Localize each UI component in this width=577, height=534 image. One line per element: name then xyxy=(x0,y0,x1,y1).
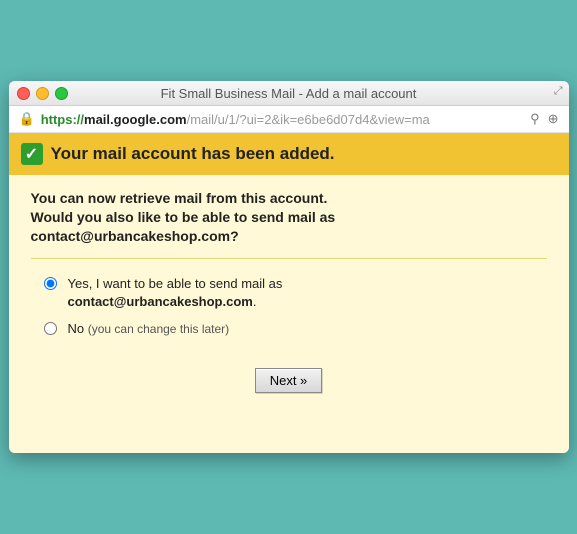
url-host: mail.google.com xyxy=(84,112,187,127)
option-yes-radio[interactable] xyxy=(44,277,57,290)
page-content: ✓ Your mail account has been added. You … xyxy=(9,133,569,452)
window-corner-icons: ⤢ xyxy=(554,85,563,98)
address-bar[interactable]: 🔒 https://mail.google.com/mail/u/1/?ui=2… xyxy=(9,106,569,133)
zoom-icon[interactable]: ⊕ xyxy=(548,111,559,127)
next-button[interactable]: Next » xyxy=(255,368,323,393)
minimize-window-button[interactable] xyxy=(36,87,49,100)
address-right-icons: ⚲ ⊕ xyxy=(530,111,558,127)
option-no-text: No xyxy=(68,321,85,336)
success-banner: ✓ Your mail account has been added. xyxy=(9,133,569,175)
option-no[interactable]: No (you can change this later) xyxy=(39,320,547,338)
zoom-window-button[interactable] xyxy=(55,87,68,100)
expand-icon[interactable]: ⤢ xyxy=(554,85,563,98)
option-yes[interactable]: Yes, I want to be able to send mail as c… xyxy=(39,275,547,310)
checkmark-icon: ✓ xyxy=(21,143,43,165)
window-title: Fit Small Business Mail - Add a mail acc… xyxy=(9,86,569,101)
option-no-hint: (you can change this later) xyxy=(88,322,229,336)
banner-headline: Your mail account has been added. xyxy=(51,144,335,164)
url-text: https://mail.google.com/mail/u/1/?ui=2&i… xyxy=(41,112,430,127)
intro-email: contact@urbancakeshop.com? xyxy=(31,228,239,244)
option-no-label: No (you can change this later) xyxy=(68,320,230,338)
option-yes-suffix: . xyxy=(253,294,257,309)
send-as-options: Yes, I want to be able to send mail as c… xyxy=(39,275,547,338)
intro-line1: You can now retrieve mail from this acco… xyxy=(31,190,328,206)
intro-text: You can now retrieve mail from this acco… xyxy=(31,189,547,246)
option-yes-prefix: Yes, I want to be able to send mail as xyxy=(68,276,283,291)
option-yes-label: Yes, I want to be able to send mail as c… xyxy=(68,275,283,310)
option-no-radio[interactable] xyxy=(44,322,57,335)
separator xyxy=(31,258,547,259)
close-window-button[interactable] xyxy=(17,87,30,100)
window-titlebar: Fit Small Business Mail - Add a mail acc… xyxy=(9,81,569,106)
url-scheme: https:// xyxy=(41,112,84,127)
browser-window: Fit Small Business Mail - Add a mail acc… xyxy=(9,81,569,452)
pin-icon[interactable]: ⚲ xyxy=(530,111,540,127)
option-yes-email: contact@urbancakeshop.com xyxy=(68,294,253,309)
dialog-actions: Next » xyxy=(31,368,547,393)
url-path: /mail/u/1/?ui=2&ik=e6be6d07d4&view=ma xyxy=(187,112,430,127)
intro-line2: Would you also like to be able to send m… xyxy=(31,209,336,225)
dialog-body: You can now retrieve mail from this acco… xyxy=(9,175,569,412)
lock-icon: 🔒 xyxy=(19,111,35,127)
window-controls xyxy=(17,87,68,100)
